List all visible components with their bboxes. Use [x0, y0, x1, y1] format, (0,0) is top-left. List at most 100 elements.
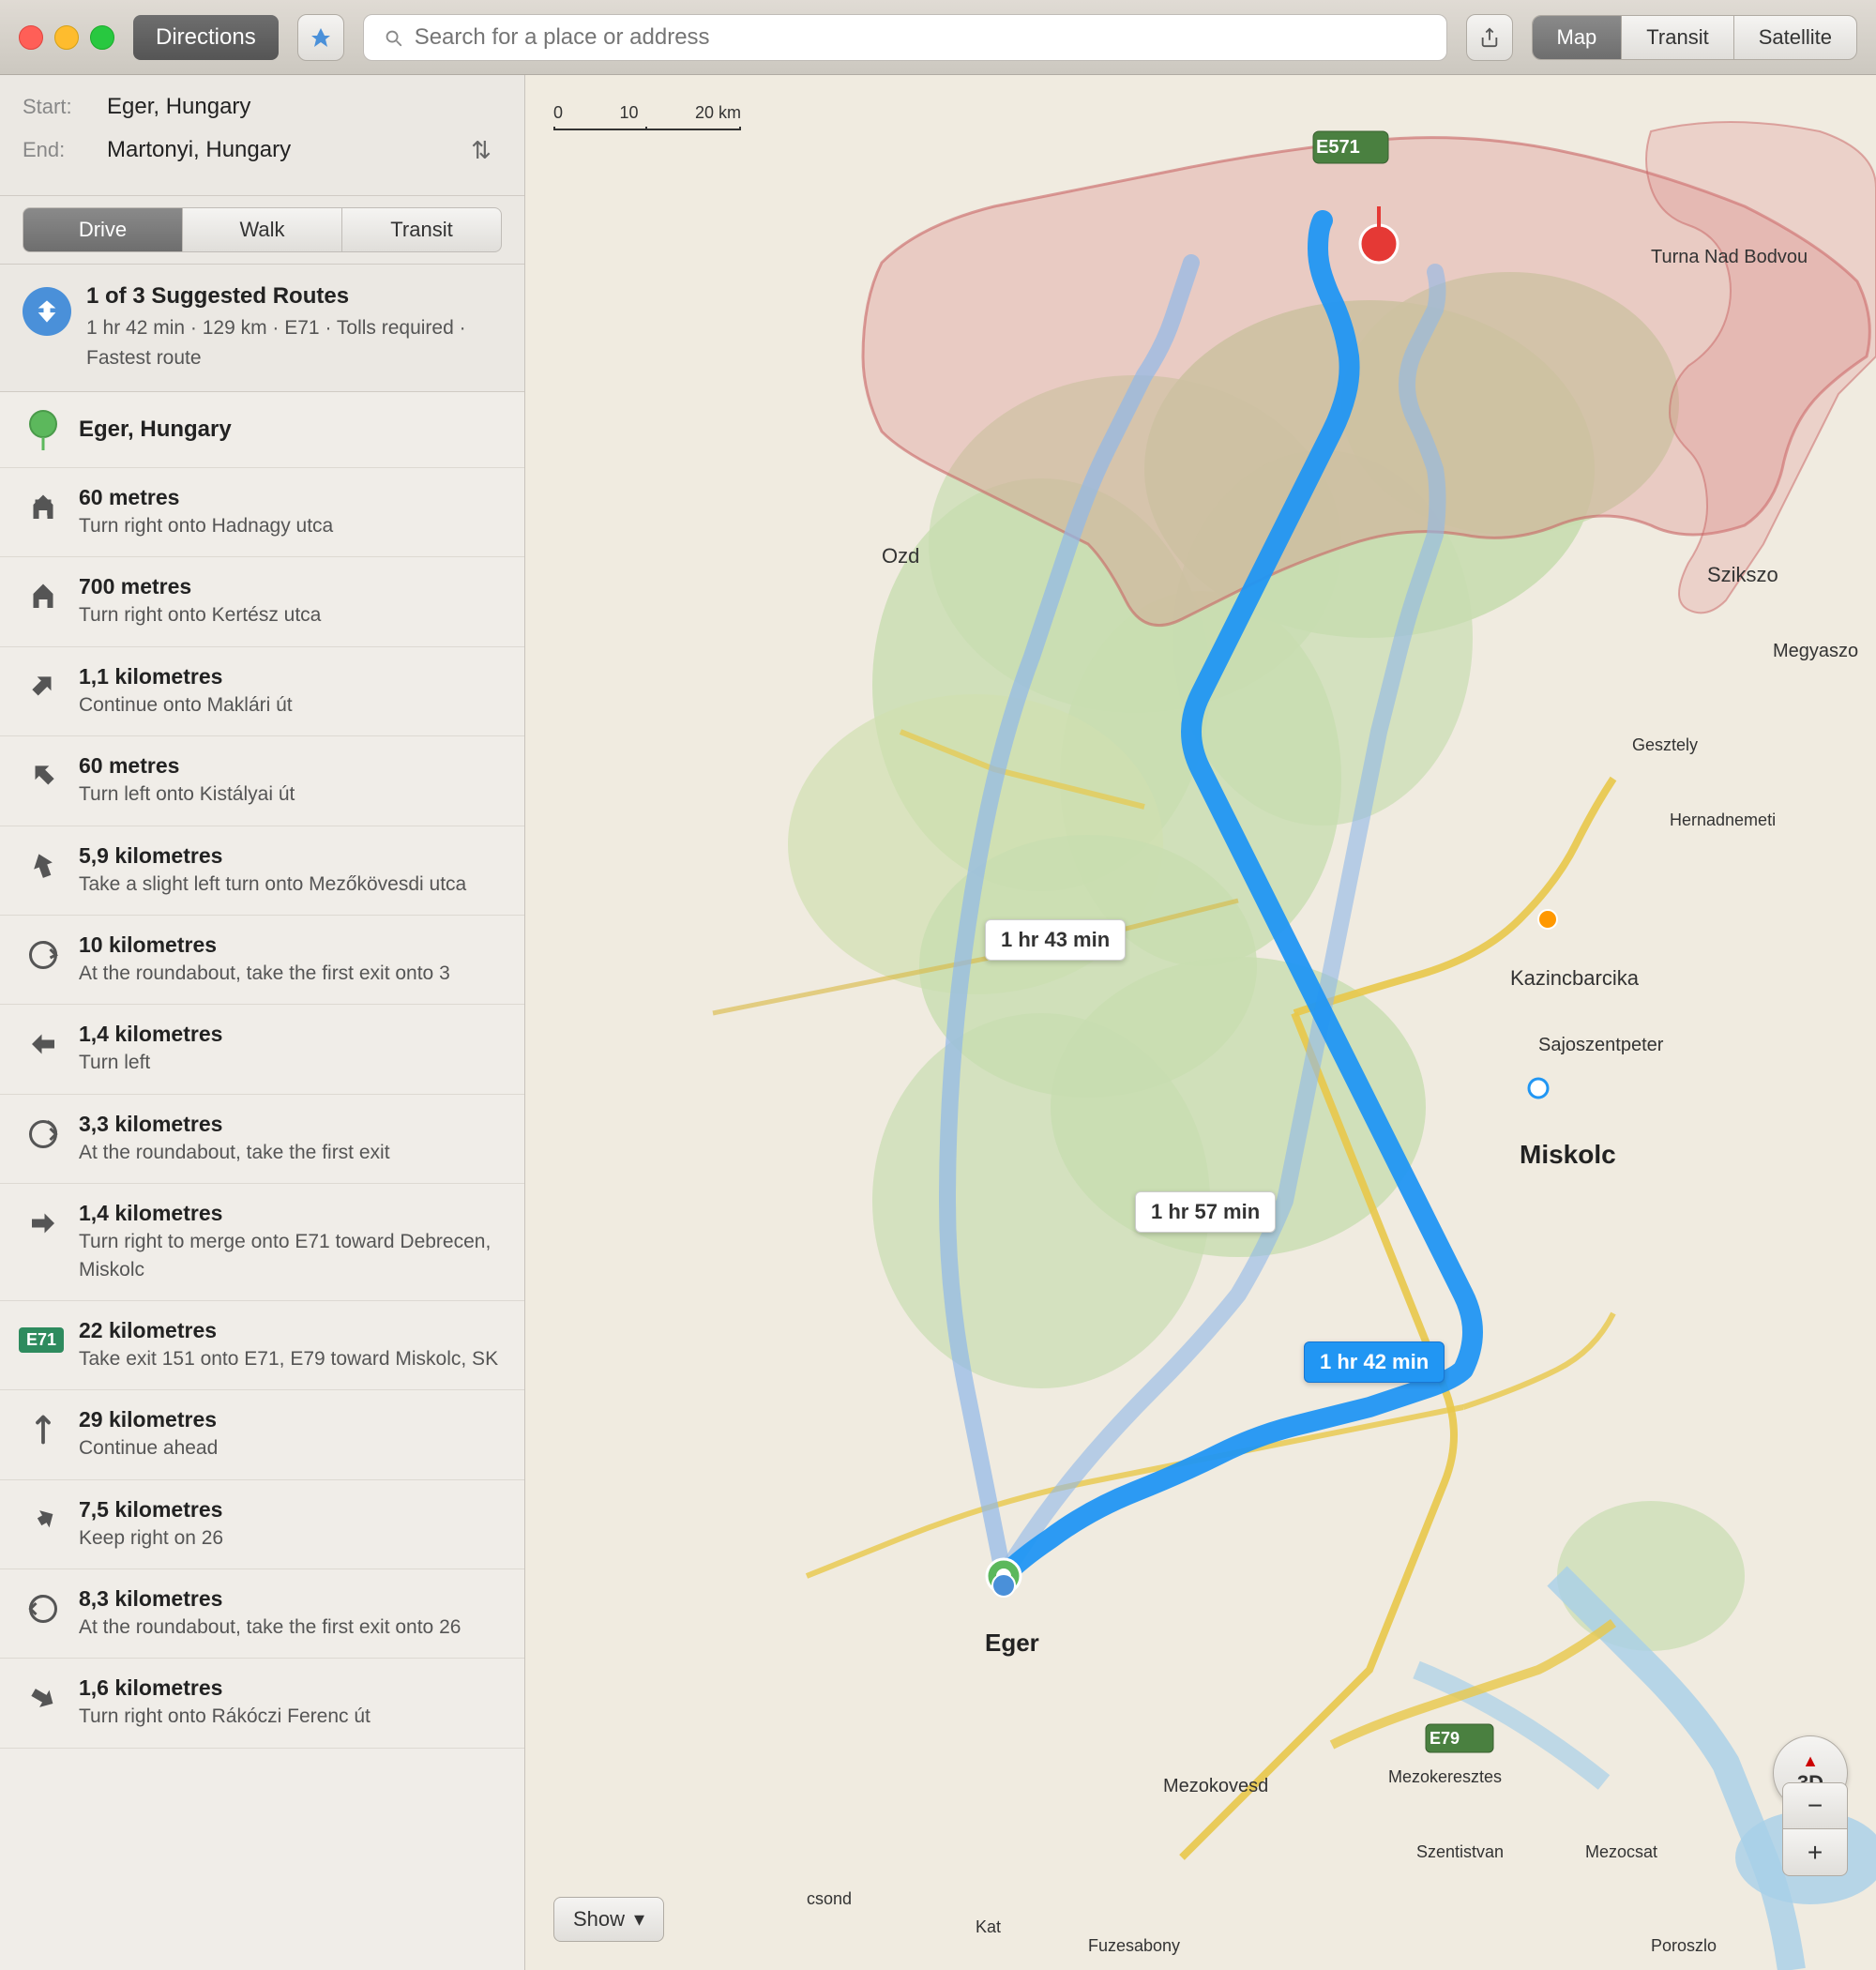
step-7-distance: 1,4 kilometres: [79, 1022, 222, 1047]
step-12-instruction: Keep right on 26: [79, 1524, 223, 1552]
svg-text:Turna Nad Bodvou: Turna Nad Bodvou: [1651, 247, 1808, 267]
route-time-3[interactable]: 1 hr 42 min: [1304, 1341, 1445, 1383]
step-8-icon: [23, 1114, 64, 1155]
step-14-icon: [23, 1677, 64, 1719]
step-3-icon: [23, 666, 64, 707]
step-2-instruction: Turn right onto Kertész utca: [79, 601, 321, 629]
route-time-1[interactable]: 1 hr 43 min: [985, 919, 1126, 961]
step-8-instruction: At the roundabout, take the first exit: [79, 1139, 390, 1166]
direction-step-8[interactable]: 3,3 kilometres At the roundabout, take t…: [0, 1095, 524, 1184]
direction-step-4[interactable]: 60 metres Turn left onto Kistályai út: [0, 736, 524, 826]
svg-text:Kat: Kat: [976, 1917, 1001, 1936]
map-view-satellite-button[interactable]: Satellite: [1734, 16, 1856, 59]
step-2-distance: 700 metres: [79, 574, 321, 599]
route-summary[interactable]: 1 of 3 Suggested Routes 1 hr 42 min · 12…: [0, 265, 524, 392]
step-1-distance: 60 metres: [79, 485, 333, 510]
map-view-map-button[interactable]: Map: [1533, 16, 1623, 59]
scale-labels: 0 10 20 km: [553, 103, 741, 123]
svg-text:Ozd: Ozd: [882, 544, 919, 568]
route-summary-text: 1 of 3 Suggested Routes 1 hr 42 min · 12…: [86, 283, 502, 372]
close-button[interactable]: [19, 25, 43, 50]
step-11-content: 29 kilometres Continue ahead: [79, 1407, 218, 1462]
map-view-transit-button[interactable]: Transit: [1622, 16, 1733, 59]
direction-step-13[interactable]: 8,3 kilometres At the roundabout, take t…: [0, 1569, 524, 1659]
direction-step-5[interactable]: 5,9 kilometres Take a slight left turn o…: [0, 826, 524, 916]
search-bar[interactable]: [363, 14, 1447, 61]
start-point-item[interactable]: Eger, Hungary: [0, 392, 524, 468]
scale-line: [553, 127, 741, 130]
direction-step-14[interactable]: 1,6 kilometres Turn right onto Rákóczi F…: [0, 1659, 524, 1748]
direction-step-3[interactable]: 1,1 kilometres Continue onto Maklári út: [0, 647, 524, 736]
step-14-content: 1,6 kilometres Turn right onto Rákóczi F…: [79, 1675, 371, 1730]
directions-icon: [34, 298, 60, 325]
share-button[interactable]: [1466, 14, 1513, 61]
chevron-down-icon: ▾: [634, 1907, 644, 1932]
tab-walk[interactable]: Walk: [183, 207, 342, 252]
step-7-icon: [23, 1023, 64, 1065]
step-6-icon: [23, 934, 64, 976]
compass-arrow: ▲: [1802, 1751, 1819, 1771]
direction-step-10[interactable]: E71 22 kilometres Take exit 151 onto E71…: [0, 1301, 524, 1390]
step-13-distance: 8,3 kilometres: [79, 1586, 461, 1612]
direction-step-1[interactable]: 60 metres Turn right onto Hadnagy utca: [0, 468, 524, 557]
step-9-icon: [23, 1203, 64, 1244]
maximize-button[interactable]: [90, 25, 114, 50]
direction-step-11[interactable]: 29 kilometres Continue ahead: [0, 1390, 524, 1479]
map-view-buttons: Map Transit Satellite: [1532, 15, 1858, 60]
scale-bar: 0 10 20 km: [553, 103, 741, 130]
direction-step-9[interactable]: 1,4 kilometres Turn right to merge onto …: [0, 1184, 524, 1301]
step-4-icon: [23, 755, 64, 796]
svg-text:Megyaszo: Megyaszo: [1773, 641, 1858, 661]
step-10-content: 22 kilometres Take exit 151 onto E71, E7…: [79, 1318, 498, 1372]
tab-transit[interactable]: Transit: [342, 207, 502, 252]
step-5-distance: 5,9 kilometres: [79, 843, 466, 869]
svg-text:Kazincbarcika: Kazincbarcika: [1510, 966, 1640, 990]
show-dropdown[interactable]: Show ▾: [553, 1897, 664, 1942]
svg-text:Fuzesabony: Fuzesabony: [1088, 1936, 1180, 1955]
directions-button[interactable]: Directions: [133, 15, 279, 60]
step-2-icon: [23, 576, 64, 617]
step-1-instruction: Turn right onto Hadnagy utca: [79, 512, 333, 539]
direction-step-12[interactable]: 7,5 kilometres Keep right on 26: [0, 1480, 524, 1569]
step-12-content: 7,5 kilometres Keep right on 26: [79, 1497, 223, 1552]
step-3-instruction: Continue onto Maklári út: [79, 691, 293, 719]
step-6-content: 10 kilometres At the roundabout, take th…: [79, 932, 450, 987]
map-area[interactable]: Kazincbarcika Sajoszentpeter Miskolc Ege…: [525, 75, 1876, 1970]
step-12-icon: [23, 1499, 64, 1540]
zoom-out-button[interactable]: −: [1782, 1782, 1848, 1829]
step-1-icon: [23, 487, 64, 528]
route-time-2[interactable]: 1 hr 57 min: [1135, 1191, 1276, 1233]
zoom-in-button[interactable]: +: [1782, 1829, 1848, 1876]
step-12-distance: 7,5 kilometres: [79, 1497, 223, 1523]
search-input[interactable]: [415, 24, 1428, 51]
step-9-instruction: Turn right to merge onto E71 toward Debr…: [79, 1228, 502, 1283]
main-content: Start: Eger, Hungary End: Martonyi, Hung…: [0, 75, 1876, 1970]
step-11-icon: [23, 1409, 64, 1450]
step-6-instruction: At the roundabout, take the first exit o…: [79, 960, 450, 987]
route-title: 1 of 3 Suggested Routes: [86, 283, 502, 310]
direction-step-6[interactable]: 10 kilometres At the roundabout, take th…: [0, 916, 524, 1005]
direction-step-7[interactable]: 1,4 kilometres Turn left: [0, 1005, 524, 1094]
directions-list: Eger, Hungary 60 metres Turn right onto …: [0, 392, 524, 1970]
step-13-instruction: At the roundabout, take the first exit o…: [79, 1614, 461, 1641]
svg-text:Eger: Eger: [985, 1629, 1039, 1657]
step-4-content: 60 metres Turn left onto Kistályai út: [79, 753, 295, 808]
tab-drive[interactable]: Drive: [23, 207, 183, 252]
svg-text:E571: E571: [1316, 137, 1360, 158]
step-3-content: 1,1 kilometres Continue onto Maklári út: [79, 664, 293, 719]
swap-button[interactable]: ⇅: [461, 129, 502, 171]
transport-tabs: Drive Walk Transit: [0, 196, 524, 265]
start-pin-icon: [23, 409, 64, 450]
svg-text:E79: E79: [1430, 1729, 1460, 1748]
step-8-content: 3,3 kilometres At the roundabout, take t…: [79, 1112, 390, 1166]
step-11-instruction: Continue ahead: [79, 1434, 218, 1462]
location-button[interactable]: [297, 14, 344, 61]
step-10-instruction: Take exit 151 onto E71, E79 toward Misko…: [79, 1345, 498, 1372]
svg-text:Szikszo: Szikszo: [1707, 563, 1778, 586]
titlebar: Directions Map Transit Satellite: [0, 0, 1876, 75]
direction-step-2[interactable]: 700 metres Turn right onto Kertész utca: [0, 557, 524, 646]
step-5-content: 5,9 kilometres Take a slight left turn o…: [79, 843, 466, 898]
minimize-button[interactable]: [54, 25, 79, 50]
step-8-distance: 3,3 kilometres: [79, 1112, 390, 1137]
route-detail: 1 hr 42 min · 129 km · E71 · Tolls requi…: [86, 313, 502, 372]
